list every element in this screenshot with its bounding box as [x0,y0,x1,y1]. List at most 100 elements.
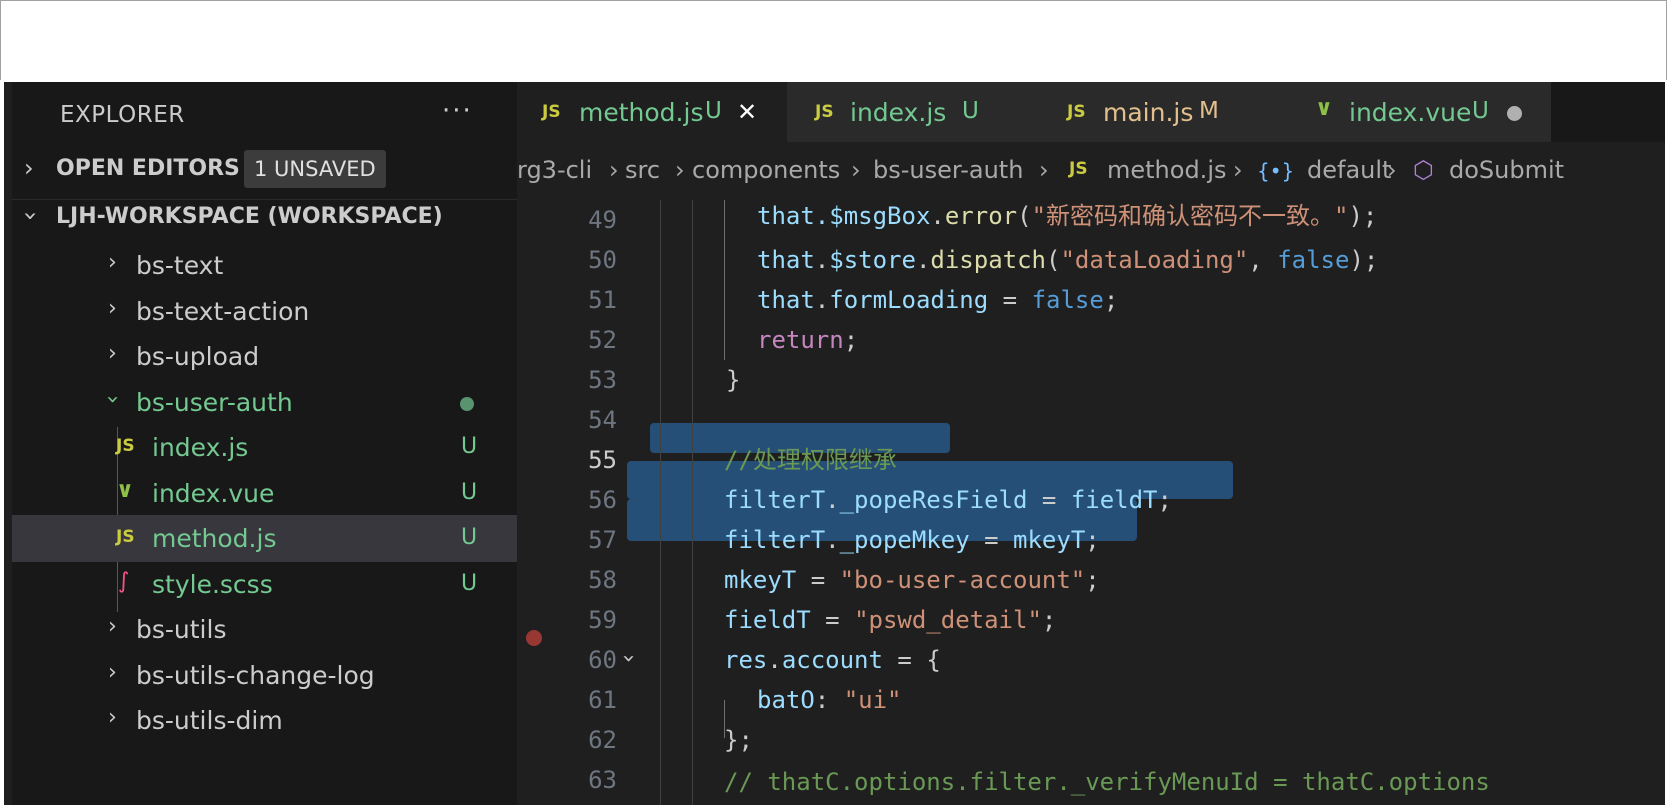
js-file-icon: JS [1067,102,1086,122]
tree-item-bs-text[interactable]: › bs-text [12,242,517,289]
token: batO [757,686,815,714]
breadcrumb-item[interactable]: method.js [1107,156,1226,184]
explorer-sidebar: EXPLORER ··· › OPEN EDITORS 1 UNSAVED › … [12,82,517,805]
breadcrumb-item[interactable]: components [692,156,840,184]
git-status-badge: U [461,480,478,505]
js-file-icon: JS [116,527,135,547]
token: formLoading [829,286,989,314]
token: account [781,646,883,674]
line-number: 63 [588,766,617,794]
code-line-52: return; [757,320,858,360]
line-number: 56 [588,486,617,514]
tree-item-style-scss[interactable]: ∫ style.scss U [12,561,517,608]
token: return [757,326,844,354]
token: "pswd_detail" [854,606,1042,634]
tree-item-bs-utils-change-log[interactable]: › bs-utils-change-log [12,652,517,699]
code-line-49: that.$msgBox.error("新密码和确认密码不一致。"); [757,200,1377,236]
code-line-61: batO: "ui" [757,680,902,720]
tree-item-label: index.js [152,433,249,462]
code-line-59: fieldT = "pswd_detail"; [724,600,1056,640]
explorer-header: EXPLORER ··· [12,82,517,142]
git-status-badge: U [461,571,478,596]
tab-index-js[interactable]: JS index.js U [787,82,1038,142]
tree-item-method-js[interactable]: JS method.js U [12,515,517,562]
code-line-53: } [726,360,740,400]
modified-dot-icon [460,397,474,411]
chevron-right-icon: › [108,250,117,275]
namespace-icon: {•} [1257,159,1295,183]
token: filterT [724,486,826,514]
token: } [726,366,741,394]
token: = [810,606,855,634]
token: ); [1348,202,1378,230]
tab-main-js[interactable]: JS main.js M [1037,82,1286,142]
line-number: 52 [588,326,617,354]
token: = [796,566,840,594]
token: . [767,646,782,674]
fold-chevron-icon[interactable]: › [616,654,641,663]
unsaved-dot-icon[interactable] [1507,106,1522,121]
more-actions-icon[interactable]: ··· [442,96,473,126]
token: that [757,286,815,314]
line-number: 51 [588,286,617,314]
chevron-right-icon: › [108,341,117,366]
breadcrumb-item[interactable]: src [625,156,660,184]
vscode-window: EXPLORER ··· › OPEN EDITORS 1 UNSAVED › … [4,82,1665,805]
window-top-frame [0,0,1667,80]
close-icon[interactable]: ✕ [737,98,757,126]
js-file-icon: JS [116,436,135,456]
breadcrumb-item[interactable]: default [1307,156,1391,184]
code-line-62: }; [724,720,753,760]
code-line-55: //处理权限继承 [724,440,897,480]
tree-item-bs-user-auth[interactable]: › bs-user-auth [12,379,517,426]
line-number: 53 [588,366,617,394]
tab-label: method.js [579,98,704,127]
explorer-title: EXPLORER [60,102,185,128]
token: dispatch [930,246,1046,274]
tree-item-bs-text-action[interactable]: › bs-text-action [12,288,517,335]
breadcrumb-item[interactable]: doSubmit [1449,156,1564,184]
token: : [814,686,844,714]
token: = [1027,486,1071,514]
tab-index-vue[interactable]: ∨ index.vue U [1285,82,1551,142]
breadcrumb-item[interactable]: bs-user-auth [873,156,1023,184]
indent-guide [660,200,661,805]
js-file-icon: JS [542,102,561,122]
tab-method-js[interactable]: JS method.js U ✕ [517,82,788,142]
tree-item-bs-utils-dim[interactable]: › bs-utils-dim [12,697,517,744]
tab-label: index.js [850,98,947,127]
token: . [930,202,945,230]
token: fieldT [1070,486,1158,514]
breadcrumb-item[interactable]: rg3-cli [517,156,592,184]
token: // thatC.options.filter._verifyMenuId = … [724,768,1490,796]
tree-item-label: bs-text-action [136,297,310,326]
indent-guide [724,200,725,360]
chevron-right-icon: › [1039,156,1049,184]
tree-item-bs-upload[interactable]: › bs-upload [12,333,517,380]
chevron-right-icon: › [1387,156,1397,184]
chevron-right-icon: › [609,156,619,184]
open-editors-label: OPEN EDITORS [56,156,240,181]
line-number: 61 [588,686,617,714]
token: = [988,286,1032,314]
vue-file-icon: ∨ [116,478,134,503]
git-status-badge: U [962,98,979,124]
chevron-right-icon: › [675,156,685,184]
token: = { [882,646,941,674]
chevron-right-icon: › [1233,156,1243,184]
tree-item-label: index.vue [152,479,275,508]
token: filterT [724,526,826,554]
tree-item-index-vue[interactable]: ∨ index.vue U [12,470,517,517]
tree-item-bs-utils[interactable]: › bs-utils [12,606,517,653]
token: . [825,486,840,514]
breadcrumb: rg3-cli › src › components › bs-user-aut… [517,142,1665,200]
code-line-50: that.$store.dispatch("dataLoading", fals… [757,240,1378,280]
tree-item-index-js[interactable]: JS index.js U [12,424,517,471]
code-line-60: res.account = { [724,640,941,680]
breakpoint-icon[interactable] [526,630,542,646]
code-editor[interactable]: 49 50 51 52 53 54 55 56 57 58 59 60 61 6… [517,200,1665,805]
token: //处理权限继承 [724,446,897,474]
open-editors-section[interactable]: › OPEN EDITORS 1 UNSAVED [12,148,517,192]
workspace-section[interactable]: › LJH-WORKSPACE (WORKSPACE) [12,196,517,240]
chevron-down-icon: › [16,211,45,221]
